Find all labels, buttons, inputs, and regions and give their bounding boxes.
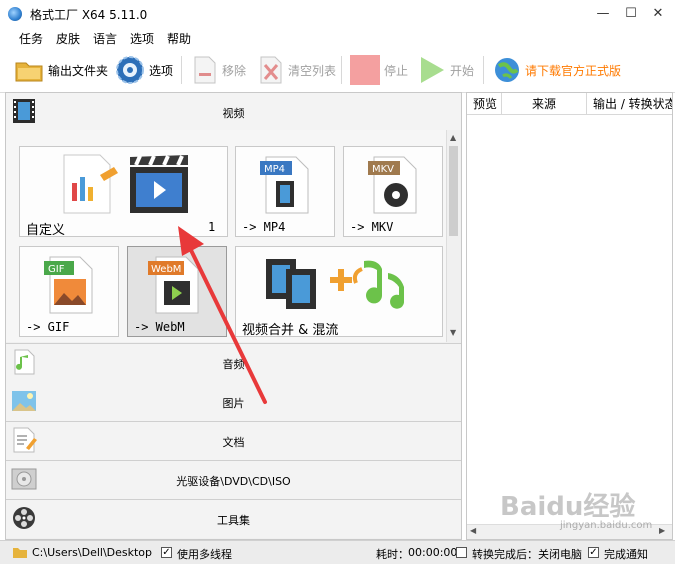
mp4-badge: MP4	[264, 164, 285, 175]
gif-badge: GIF	[48, 264, 65, 275]
clear-list-icon	[260, 56, 282, 84]
scroll-down-icon[interactable]: ▼	[450, 328, 456, 337]
category-toolbox-label: 工具集	[217, 514, 250, 527]
scroll-thumb[interactable]	[449, 146, 458, 236]
after-convert-checkbox[interactable]	[456, 547, 467, 558]
elapsed-label: 耗时：	[376, 548, 409, 561]
mp4-file-icon: MP4	[260, 156, 309, 214]
clear-list-button[interactable]: 清空列表	[258, 54, 336, 86]
remove-button[interactable]: 移除	[192, 54, 246, 86]
menu-bar: 任务 皮肤 语言 选项 帮助	[0, 28, 675, 48]
category-disc[interactable]: 光驱设备\DVD\CD\ISO	[6, 461, 461, 500]
clapperboard-icon	[130, 155, 188, 213]
after-convert-label: 转换完成后：关闭电脑	[472, 548, 582, 561]
watermark-site: jingyan.baidu.com	[560, 520, 653, 531]
category-video-label: 视频	[222, 107, 245, 120]
video-grid-scrollbar[interactable]: ▲ ▼	[446, 130, 461, 342]
toolbar-separator	[341, 56, 342, 84]
menu-options[interactable]: 选项	[130, 30, 154, 47]
multithread-checkbox[interactable]: ✓	[161, 547, 172, 558]
gif-file-icon: GIF	[44, 256, 93, 314]
window-title: 格式工厂 X64 5.11.0	[30, 8, 148, 22]
title-bar: 格式工厂 X64 5.11.0 — ☐ ✕	[0, 0, 675, 28]
mkv-file-icon: MKV	[368, 156, 417, 214]
multithread-label: 使用多线程	[177, 548, 232, 561]
gear-icon	[116, 56, 144, 84]
folder-icon	[15, 62, 43, 82]
tile-gif[interactable]: GIF -> GIF	[19, 246, 119, 337]
maximize-button[interactable]: ☐	[616, 0, 646, 28]
output-folder-button[interactable]: 输出文件夹	[14, 54, 108, 86]
category-document-label: 文档	[222, 436, 245, 449]
stop-icon	[350, 55, 380, 85]
menu-help[interactable]: 帮助	[167, 30, 191, 47]
app-logo-icon	[8, 7, 22, 21]
tile-custom-label: 自定义	[26, 223, 66, 238]
report-document-icon	[63, 154, 118, 214]
download-official-button[interactable]: 请下载官方正式版	[493, 54, 621, 86]
category-document[interactable]: 文档	[6, 422, 461, 461]
task-list-panel: 预览 来源 输出 / 转换状态 ◀ ▶	[466, 92, 673, 540]
toolbar-separator	[181, 56, 182, 84]
close-button[interactable]: ✕	[643, 0, 673, 28]
mkv-badge: MKV	[372, 164, 394, 175]
scroll-right-icon[interactable]: ▶	[659, 526, 665, 535]
globe-download-icon	[495, 58, 519, 82]
menu-task[interactable]: 任务	[19, 30, 43, 47]
elapsed-time: 00:00:00	[408, 546, 458, 559]
video-merge-icon	[266, 259, 405, 309]
notify-checkbox[interactable]: ✓	[588, 547, 599, 558]
category-video[interactable]: 视频	[6, 93, 461, 131]
scroll-left-icon[interactable]: ◀	[470, 526, 476, 535]
toolbar-separator	[483, 56, 484, 84]
annotation-arrow	[178, 226, 267, 404]
status-bar: C:\Users\Dell\Desktop ✓ 使用多线程 耗时： 00:00:…	[0, 540, 675, 564]
category-toolbox[interactable]: 工具集	[6, 500, 461, 538]
menu-language[interactable]: 语言	[93, 30, 117, 47]
scroll-up-icon[interactable]: ▲	[450, 133, 456, 142]
notify-label: 完成通知	[604, 548, 648, 561]
column-source[interactable]: 来源	[502, 93, 587, 115]
remove-document-icon	[194, 56, 216, 84]
category-disc-label: 光驱设备\DVD\CD\ISO	[176, 475, 291, 488]
menu-skin[interactable]: 皮肤	[56, 30, 80, 47]
watermark-logo: Baidu经验	[500, 492, 636, 522]
minimize-button[interactable]: —	[588, 0, 618, 28]
tile-mkv-label: -> MKV	[350, 220, 394, 234]
play-icon	[421, 57, 444, 83]
folder-icon	[13, 548, 27, 558]
stop-button[interactable]: 停止	[350, 54, 408, 86]
column-preview[interactable]: 预览	[467, 93, 502, 115]
column-output-status[interactable]: 输出 / 转换状态	[587, 93, 672, 115]
toolbar: 输出文件夹 选项 移除 清空列表 停止 开始 请下载官方正式版	[0, 48, 675, 93]
output-path[interactable]: C:\Users\Dell\Desktop	[32, 546, 152, 559]
tile-gif-label: -> GIF	[26, 320, 70, 334]
options-button[interactable]: 选项	[115, 54, 173, 86]
start-button[interactable]: 开始	[418, 54, 474, 86]
tile-mkv[interactable]: MKV -> MKV	[343, 146, 443, 237]
